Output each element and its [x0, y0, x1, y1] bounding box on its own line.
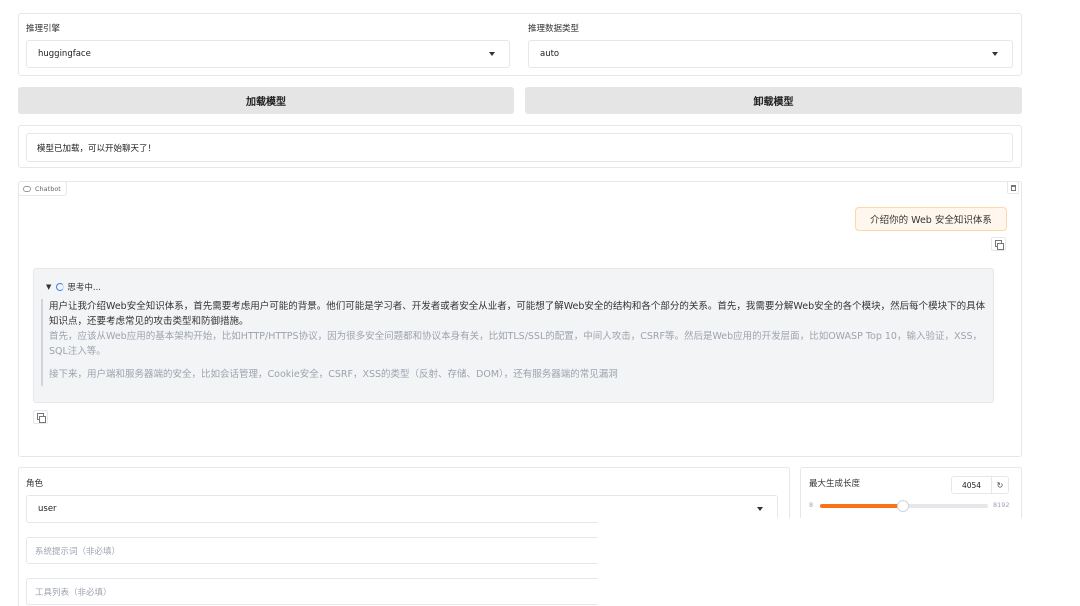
max-length-label: 最大生成长度 [809, 479, 861, 489]
user-message-bubble: 介绍你的 Web 安全知识体系 [855, 207, 1007, 231]
thinking-content: 用户让我介绍Web安全知识体系，首先需要考虑用户可能的背景。他们可能是学习者、开… [41, 299, 987, 386]
trash-icon [1010, 184, 1016, 191]
thinking-block: ▼ 思考中... 用户让我介绍Web安全知识体系，首先需要考虑用户可能的背景。他… [33, 268, 994, 403]
collapse-triangle-icon: ▼ [46, 283, 52, 291]
system-prompt-placeholder: 系统提示词（非必填） [35, 546, 121, 557]
clear-chat-button[interactable] [1007, 181, 1019, 194]
dtype-select-value: auto [540, 49, 560, 59]
thinking-header[interactable]: ▼ 思考中... [46, 281, 101, 293]
chatbot-badge-label: Chatbot [35, 184, 61, 193]
spinner-icon [56, 283, 65, 291]
chevron-down-icon [489, 52, 495, 56]
unload-model-button[interactable]: 卸载模型 [525, 87, 1022, 114]
copy-icon [36, 413, 46, 423]
max-length-number-input[interactable]: 4054 ↻ [951, 476, 1009, 494]
thinking-header-text: 思考中... [67, 283, 101, 293]
slider-min-label: 8 [809, 501, 814, 509]
copy-icon [994, 240, 1004, 250]
slider-max-label: 8192 [993, 501, 1010, 509]
status-textbox[interactable]: 模型已加载，可以开始聊天了！ [26, 133, 1013, 162]
chevron-down-icon [992, 52, 998, 56]
reset-icon[interactable]: ↻ [992, 477, 1008, 493]
copy-bot-message-button[interactable] [33, 410, 48, 424]
max-length-slider[interactable] [820, 500, 988, 512]
role-select-value: user [38, 504, 57, 514]
thinking-paragraph: 接下来，用户端和服务器端的安全，比如会话管理，Cookie安全，CSRF，XSS… [49, 369, 618, 380]
engine-select[interactable]: huggingface [26, 40, 510, 68]
status-text: 模型已加载，可以开始聊天了！ [37, 143, 157, 154]
role-label: 角色 [26, 479, 44, 489]
thinking-paragraph: 用户让我介绍Web安全知识体系，首先需要考虑用户可能的背景。他们可能是学习者、开… [49, 301, 986, 327]
slider-fill [820, 504, 903, 508]
load-model-button[interactable]: 加载模型 [18, 87, 514, 114]
chatbot-badge: Chatbot [18, 181, 67, 196]
slider-thumb[interactable] [897, 500, 909, 512]
dtype-select[interactable]: auto [528, 40, 1013, 68]
chevron-down-icon [757, 507, 763, 511]
thinking-paragraph: 首先，应该从Web应用的基本架构开始，比如HTTP/HTTPS协议，因为很多安全… [49, 331, 983, 357]
dtype-label: 推理数据类型 [528, 24, 580, 34]
copy-user-message-button[interactable] [991, 237, 1006, 251]
user-message-text: 介绍你的 Web 安全知识体系 [870, 215, 992, 226]
engine-label: 推理引擎 [26, 24, 61, 34]
tools-placeholder: 工具列表（非必填） [35, 587, 112, 598]
max-length-value[interactable]: 4054 [952, 477, 992, 493]
chat-icon [23, 185, 31, 192]
blank-overlay [598, 518, 1080, 606]
engine-select-value: huggingface [38, 49, 91, 59]
